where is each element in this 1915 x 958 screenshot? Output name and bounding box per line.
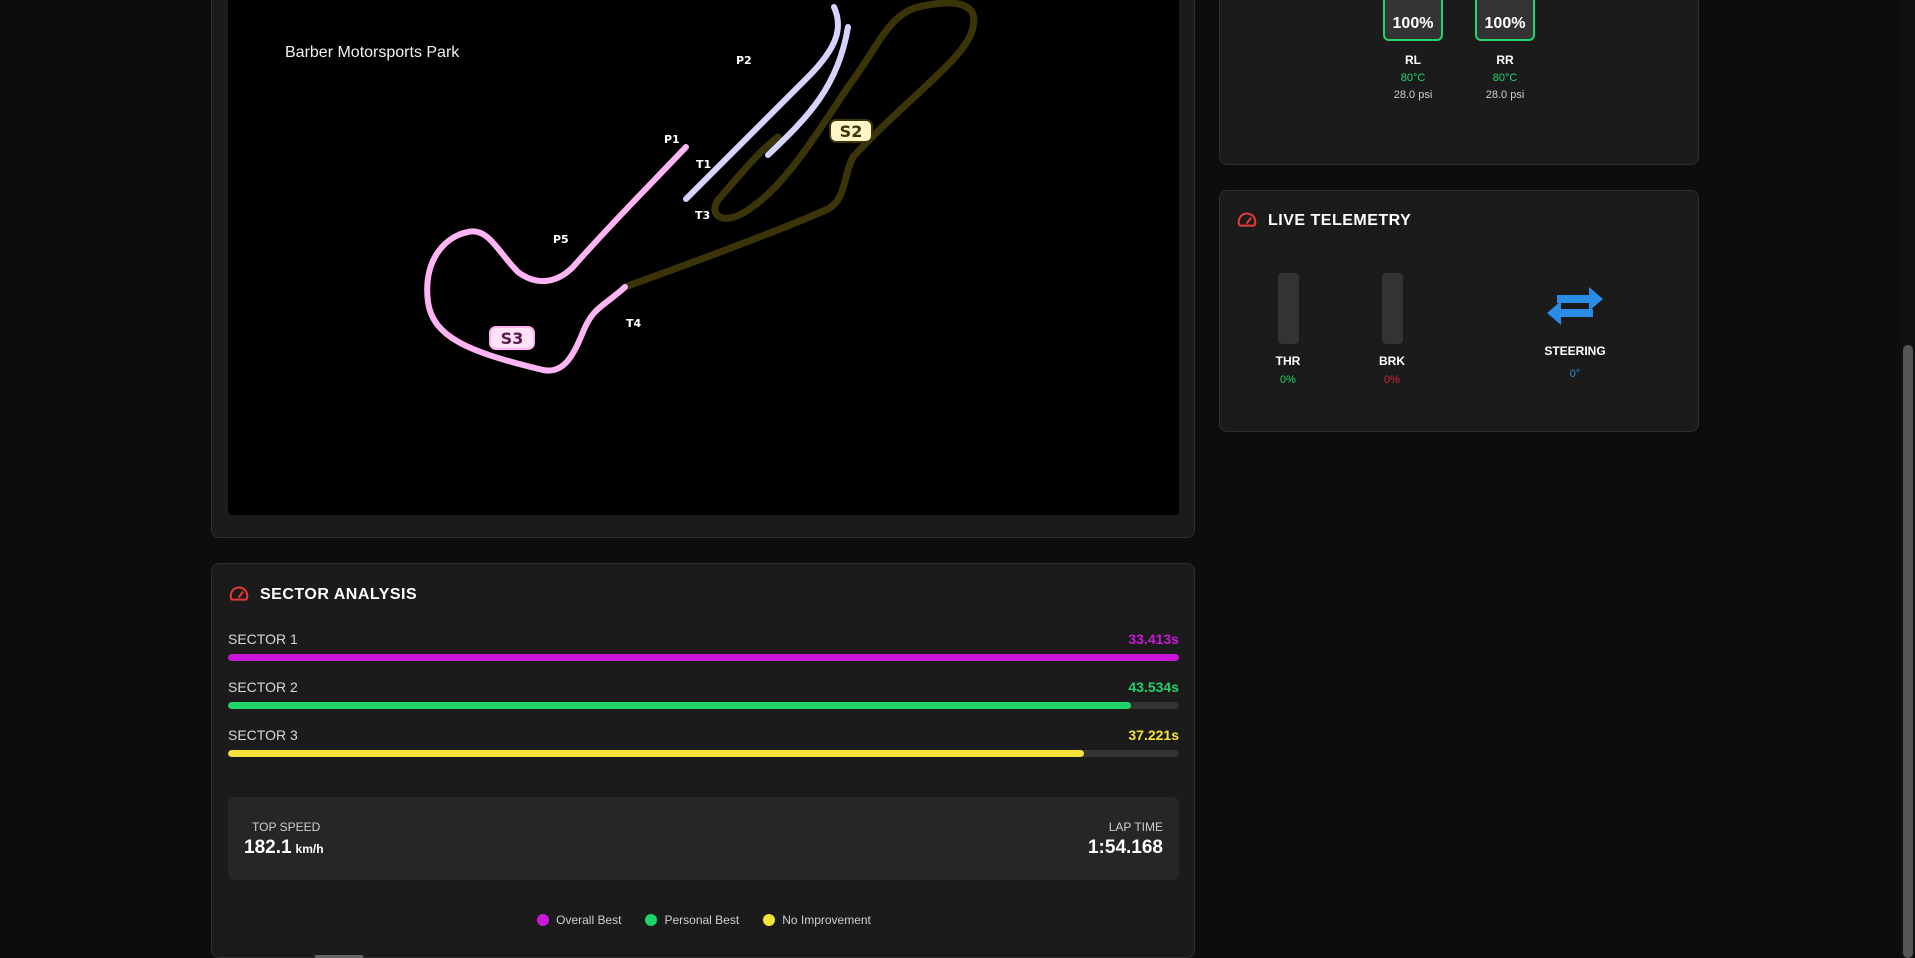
top-speed-label: TOP SPEED [252, 820, 321, 834]
sector-bar-track [228, 702, 1179, 709]
legend-item-personal-best: Personal Best [645, 913, 739, 927]
sector-label: SECTOR 1 [228, 631, 298, 647]
legend-label: Overall Best [556, 913, 622, 927]
track-label-p5: P5 [553, 233, 569, 246]
sector-legend: Overall Best Personal Best No Improvemen… [212, 913, 1196, 927]
sector-time: 43.534s [1128, 679, 1179, 695]
steering-value: 0° [1569, 368, 1581, 380]
live-telemetry-panel: LIVE TELEMETRY THR 0% BRK 0% STEERING 0° [1219, 190, 1699, 432]
brake-gauge: BRK 0% [1362, 273, 1422, 386]
brake-bar [1381, 273, 1403, 344]
steering-indicator: STEERING 0° [1525, 279, 1625, 380]
top-speed-unit: km/h [295, 842, 324, 856]
tire-wear-box: 100% [1475, 0, 1535, 41]
brake-label: BRK [1379, 354, 1405, 368]
sector-badge-s2-text: S2 [840, 122, 863, 141]
lap-stats-box: TOP SPEED 182.1 km/h LAP TIME 1:54.168 [228, 797, 1179, 880]
sector-analysis-title: SECTOR ANALYSIS [260, 586, 418, 603]
legend-label: No Improvement [782, 913, 871, 927]
sector-bar-track [228, 654, 1179, 661]
track-label-t3: T3 [695, 209, 710, 222]
track-sector-3 [424, 144, 689, 374]
sector-bar-fill [228, 702, 1132, 709]
tire-temp: 80°C [1492, 72, 1518, 84]
sector-label: SECTOR 2 [228, 679, 298, 695]
sector-label: SECTOR 3 [228, 727, 298, 743]
track-label-p1: P1 [664, 133, 680, 146]
sector-bar-fill [228, 654, 1179, 661]
tire-rear-left: 100% RL 80°C 28.0 psi [1383, 0, 1443, 101]
throttle-label: THR [1275, 354, 1301, 368]
throttle-gauge: THR 0% [1258, 273, 1318, 386]
page-scrollbar[interactable] [1901, 0, 1915, 958]
lap-time-value: 1:54.168 [1087, 837, 1163, 858]
legend-dot [763, 914, 776, 926]
sector-badge-s2: S2 [829, 119, 873, 143]
tire-name: RL [1405, 53, 1421, 67]
scrollbar-thumb[interactable] [1903, 345, 1913, 958]
sector-analysis-header: SECTOR ANALYSIS [228, 584, 417, 606]
legend-item-no-improvement: No Improvement [763, 913, 871, 927]
legend-dot [645, 914, 658, 926]
brake-value: 0% [1384, 374, 1400, 386]
steering-label: STEERING [1544, 344, 1606, 358]
dashboard: P2 P1 T1 T3 P5 T4 S2 S3 Barber Motorspor… [0, 0, 1915, 958]
tire-name: RR [1496, 53, 1514, 67]
speedometer-icon [1237, 212, 1257, 227]
steering-arrows-icon [1547, 287, 1603, 325]
tire-status-panel: 100% RL 80°C 28.0 psi 100% RR 80°C 28.0 … [1219, 0, 1699, 165]
sector-bar-fill [228, 750, 1084, 757]
sector-time: 33.413s [1128, 631, 1179, 647]
legend-item-overall-best: Overall Best [537, 913, 621, 927]
tire-wear-box: 100% [1383, 0, 1443, 41]
sector-bar-track [228, 750, 1179, 757]
tire-pressure: 28.0 psi [1485, 89, 1525, 101]
throttle-value: 0% [1280, 374, 1296, 386]
throttle-bar [1277, 273, 1299, 344]
track-map-canvas: P2 P1 T1 T3 P5 T4 S2 S3 Barber Motorspor… [228, 0, 1179, 515]
track-label-t4: T4 [626, 317, 642, 330]
sector-badge-s3: S3 [489, 326, 535, 350]
track-label-t1: T1 [696, 158, 711, 171]
sector-time: 37.221s [1128, 727, 1179, 743]
tire-pressure: 28.0 psi [1393, 89, 1433, 101]
live-telemetry-title: LIVE TELEMETRY [1268, 212, 1412, 229]
sector-badge-s3-text: S3 [501, 329, 524, 348]
track-label-p2: P2 [736, 54, 752, 67]
top-speed-number: 182.1 [244, 837, 292, 858]
track-map-svg: P2 P1 T1 T3 P5 T4 S2 S3 [424, 0, 978, 374]
track-name: Barber Motorsports Park [285, 44, 460, 61]
lap-time-label: LAP TIME [1108, 820, 1163, 834]
live-telemetry-header: LIVE TELEMETRY [1236, 210, 1411, 232]
track-map-panel: P2 P1 T1 T3 P5 T4 S2 S3 Barber Motorspor… [211, 0, 1195, 538]
sector-analysis-panel: SECTOR ANALYSIS SECTOR 1 33.413s SECTOR … [211, 563, 1195, 958]
tire-temp: 80°C [1400, 72, 1426, 84]
speedometer-icon [229, 586, 249, 601]
legend-label: Personal Best [664, 913, 740, 927]
tire-rear-right: 100% RR 80°C 28.0 psi [1475, 0, 1535, 101]
top-speed-value: 182.1 km/h [244, 837, 324, 859]
legend-dot [537, 914, 550, 926]
